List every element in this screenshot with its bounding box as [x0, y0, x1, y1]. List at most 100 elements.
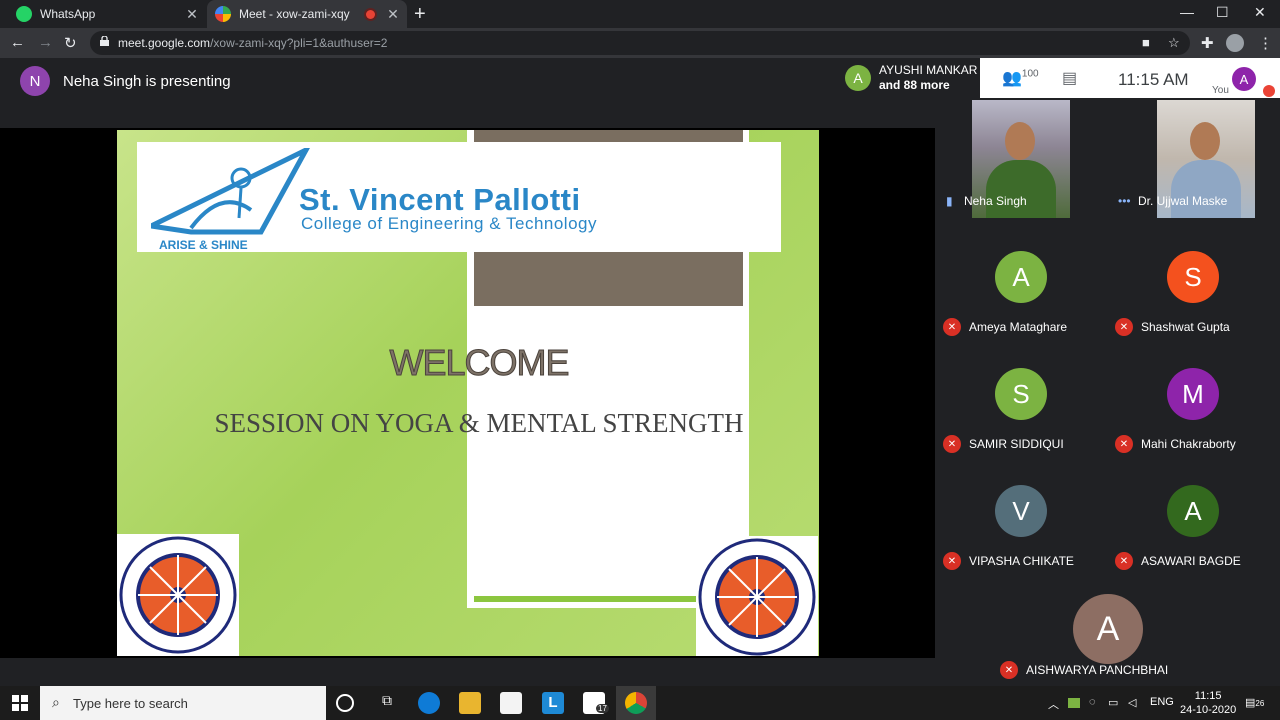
- cortana-icon[interactable]: [336, 694, 354, 712]
- battery-icon[interactable]: ▭: [1108, 696, 1118, 709]
- language-indicator[interactable]: ENG: [1150, 696, 1174, 708]
- college-logo: St. Vincent Pallotti College of Engineer…: [137, 142, 781, 252]
- avatar: A: [1167, 485, 1219, 537]
- meet-icon: [215, 6, 231, 22]
- extensions-icon[interactable]: ✚: [1201, 34, 1214, 52]
- college-subtitle: College of Engineering & Technology: [301, 214, 597, 233]
- mic-off-icon: [1263, 85, 1275, 97]
- participant-name: Dr. Ujjwal Maske: [1137, 194, 1228, 208]
- mic-off-icon: ✕: [1000, 661, 1018, 679]
- tab-strip: WhatsApp ✕ Meet - xow-zami-xqy ✕ + — ☐ ✕: [0, 0, 1280, 28]
- chat-icon[interactable]: ▤: [1062, 68, 1077, 88]
- you-label: You: [1212, 85, 1229, 96]
- close-window-button[interactable]: ✕: [1254, 4, 1266, 21]
- chrome-icon: [625, 692, 647, 714]
- avatar: M: [1167, 368, 1219, 420]
- participant-tile[interactable]: M ✕ Mahi Chakraborty: [1107, 351, 1279, 466]
- participant-name: AYUSHI MANKAR: [879, 63, 978, 77]
- forward-icon[interactable]: →: [38, 34, 53, 51]
- notification-count: 26: [1255, 699, 1265, 708]
- chrome-taskbar-slot[interactable]: [616, 686, 656, 720]
- college-emblem: [151, 148, 310, 235]
- bookmark-star-icon[interactable]: ☆: [1168, 35, 1180, 51]
- tab-label: Meet - xow-zami-xqy: [239, 7, 350, 21]
- minimize-button[interactable]: —: [1180, 4, 1194, 20]
- speaking-icon: ▮: [946, 194, 953, 208]
- avatar: V: [995, 485, 1047, 537]
- participant-tile[interactable]: A ✕ ASAWARI BAGDE: [1107, 468, 1279, 583]
- presenter-bar: N Neha Singh is presenting: [20, 66, 231, 96]
- store-icon[interactable]: [500, 692, 522, 714]
- tab-meet[interactable]: Meet - xow-zami-xqy ✕: [207, 0, 407, 28]
- windows-start-icon[interactable]: [12, 695, 28, 711]
- volume-icon[interactable]: ◁: [1128, 696, 1136, 709]
- participant-tile[interactable]: S ✕ SAMIR SIDDIQUI: [935, 351, 1107, 466]
- participant-tile[interactable]: A ✕ Ameya Mataghare: [935, 234, 1107, 349]
- mail-icon[interactable]: 17: [583, 692, 609, 714]
- more-options-icon: •••: [1118, 194, 1131, 208]
- notification-icon[interactable]: ▤26: [1245, 696, 1264, 709]
- clock-time: 11:15: [1194, 690, 1222, 702]
- camera-icon[interactable]: ■: [1142, 35, 1150, 50]
- avatar[interactable]: A: [1232, 67, 1256, 91]
- avatar: A: [845, 65, 871, 91]
- close-tab-icon[interactable]: ✕: [385, 6, 401, 23]
- mail-badge: 17: [596, 704, 609, 713]
- close-tab-icon[interactable]: ✕: [184, 6, 200, 23]
- participant-tile[interactable]: S ✕ Shashwat Gupta: [1107, 234, 1279, 349]
- avatar: N: [20, 66, 50, 96]
- app-l-icon[interactable]: L: [542, 692, 564, 714]
- presentation-slide: St. Vincent Pallotti College of Engineer…: [117, 130, 819, 656]
- participant-tile[interactable]: A ✕ AISHWARYA PANCHBHAI: [992, 576, 1224, 686]
- menu-icon[interactable]: ⋮: [1258, 34, 1273, 52]
- back-icon[interactable]: ←: [10, 34, 25, 51]
- meeting-clock: 11:15 AM: [1118, 70, 1189, 89]
- participant-name: ASAWARI BAGDE: [1141, 554, 1241, 568]
- nss-logo: [696, 536, 818, 656]
- avatar: A: [1073, 594, 1143, 664]
- clock-date: 24-10-2020: [1180, 704, 1237, 716]
- participant-name: Ameya Mataghare: [969, 320, 1068, 334]
- maximize-button[interactable]: ☐: [1216, 4, 1229, 21]
- reload-icon[interactable]: ↻: [64, 34, 77, 52]
- taskbar-clock[interactable]: 11:15 24-10-2020: [1180, 689, 1236, 717]
- meet-window: N Neha Singh is presenting A AYUSHI MANK…: [0, 58, 1280, 686]
- college-motto: ARISE & SHINE: [159, 238, 248, 252]
- network-icon[interactable]: ◌: [1089, 696, 1096, 708]
- search-icon: ⌕: [52, 694, 60, 710]
- recording-icon: [366, 9, 375, 19]
- search-placeholder: Type here to search: [73, 696, 188, 711]
- mic-off-icon: ✕: [1115, 318, 1133, 336]
- participant-name: Neha Singh: [963, 194, 1027, 208]
- profile-avatar[interactable]: [1226, 34, 1244, 52]
- windows-taskbar: ⌕ Type here to search ⧉ L 17 ︿ ◌ ▭ ◁ ENG…: [0, 686, 1280, 720]
- taskbar-search[interactable]: ⌕ Type here to search: [40, 686, 326, 720]
- participant-name: SAMIR SIDDIQUI: [969, 437, 1064, 451]
- mic-off-icon: ✕: [1115, 435, 1133, 453]
- college-name: St. Vincent Pallotti: [299, 182, 581, 217]
- meet-header-bar: 👥100 ▤ 11:15 AM You A: [980, 58, 1280, 98]
- whatsapp-icon: [16, 6, 32, 22]
- avatar: A: [995, 251, 1047, 303]
- address-bar[interactable]: meet.google.com/xow-zami-xqy?pli=1&authu…: [90, 31, 1190, 55]
- file-explorer-icon[interactable]: [459, 692, 481, 714]
- participant-tile[interactable]: V ✕ VIPASHA CHIKATE: [935, 468, 1107, 583]
- avatar: S: [995, 368, 1047, 420]
- browser-toolbar: ← → ↻ meet.google.com/xow-zami-xqy?pli=1…: [0, 28, 1280, 58]
- mic-off-icon: ✕: [943, 318, 961, 336]
- lock-icon: [100, 36, 109, 46]
- people-icon: 👥: [1002, 70, 1022, 87]
- slide-welcome: WELCOME: [389, 342, 570, 384]
- new-tab-button[interactable]: +: [414, 3, 426, 26]
- avatar: S: [1167, 251, 1219, 303]
- edge-icon[interactable]: [418, 692, 440, 714]
- participant-name: AISHWARYA PANCHBHAI: [1026, 663, 1169, 677]
- presentation-stage: St. Vincent Pallotti College of Engineer…: [0, 128, 935, 658]
- tray-app-icon[interactable]: [1068, 698, 1080, 708]
- people-button[interactable]: 👥100: [1002, 68, 1039, 88]
- participant-name: VIPASHA CHIKATE: [969, 554, 1074, 568]
- task-view-icon[interactable]: ⧉: [376, 692, 398, 714]
- participants-summary[interactable]: A AYUSHI MANKAR and 88 more: [838, 58, 980, 98]
- tray-chevron-icon[interactable]: ︿: [1048, 696, 1059, 712]
- tab-whatsapp[interactable]: WhatsApp ✕: [8, 0, 206, 28]
